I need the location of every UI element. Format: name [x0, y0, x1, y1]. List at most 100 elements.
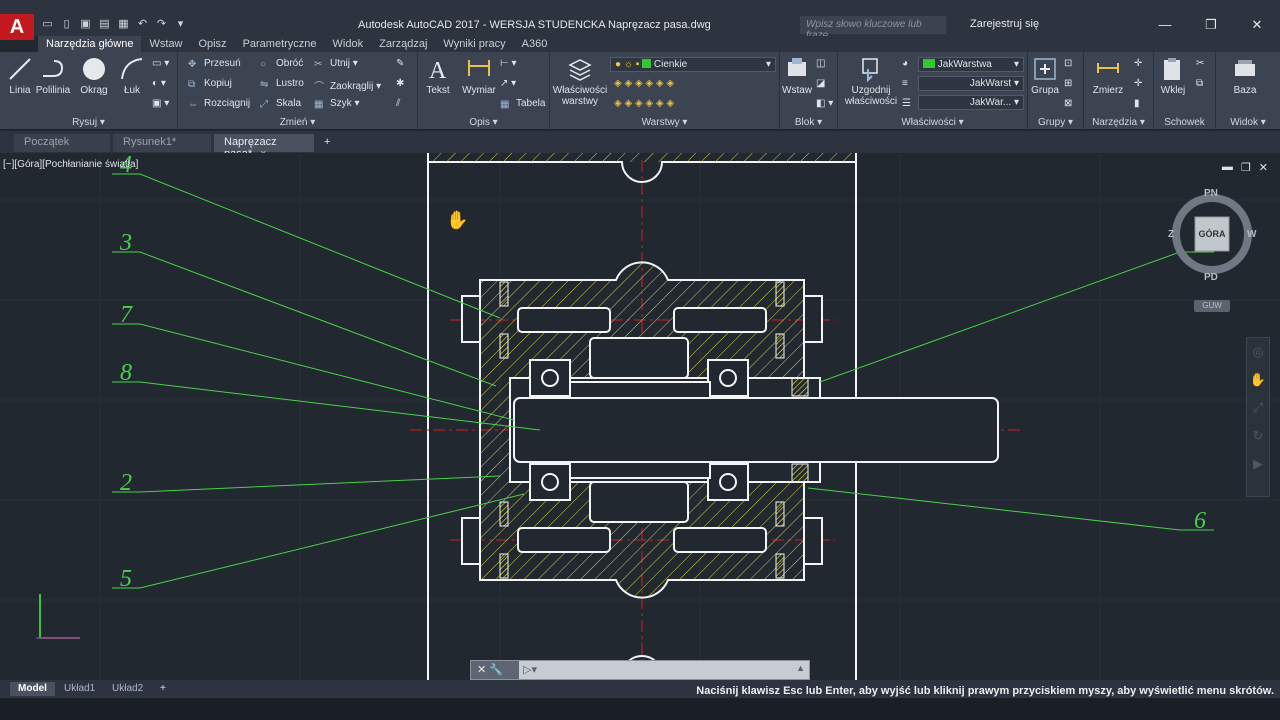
viewcube-top-face[interactable]: GÓRA [1195, 229, 1229, 239]
vp-close-icon[interactable]: ✕ [1259, 161, 1268, 174]
redo-icon[interactable]: ↷ [154, 17, 169, 32]
pan-icon[interactable]: ✋ [1247, 366, 1269, 394]
hatch-icon[interactable]: ◐ ▾ [152, 78, 166, 89]
signin-button[interactable]: Zarejestruj się [970, 18, 1039, 30]
tab-annotate[interactable]: Opisz [190, 36, 234, 52]
ungroup-icon[interactable]: ⊡ [1064, 58, 1072, 69]
circle-button[interactable]: Okrąg [78, 56, 110, 96]
tab-model[interactable]: Model [10, 682, 55, 696]
scale-button[interactable]: ⤢ Skala [260, 98, 301, 110]
paste-button[interactable]: Wklej [1158, 56, 1188, 96]
viewport-label[interactable]: [−][Góra][Pochłanianie światła] [3, 159, 138, 170]
array-button[interactable]: ▦ Szyk ▾ [314, 98, 359, 110]
point-icon[interactable]: ✛ [1134, 58, 1142, 69]
print-icon[interactable]: ▦ [116, 17, 131, 32]
arc-button[interactable]: Łuk [118, 56, 146, 96]
line-button[interactable]: Linia [6, 56, 34, 96]
panel-block-label[interactable]: Blok ▾ [780, 117, 837, 128]
rectangle-icon[interactable]: ▭ ▾ [152, 58, 169, 69]
drawing-canvas[interactable]: 4 3 7 8 2 5 6 ✋ [0, 153, 1280, 680]
text-button[interactable]: A Tekst [424, 56, 452, 96]
color-dropdown[interactable]: JakWarstwa ▾ [918, 57, 1024, 72]
panel-properties-label[interactable]: Właściwości ▾ [838, 117, 1027, 128]
tab-parametric[interactable]: Parametryczne [235, 36, 325, 52]
panel-annotation-label[interactable]: Opis ▾ [418, 117, 549, 128]
erase-icon[interactable]: ✎ [396, 58, 404, 69]
tab-insert[interactable]: Wstaw [141, 36, 190, 52]
tab-output[interactable]: Wyniki pracy [435, 36, 513, 52]
tab-manage[interactable]: Zarządzaj [371, 36, 435, 52]
viewcube[interactable]: GÓRA PN PD Z W [1168, 188, 1256, 283]
panel-view-label[interactable]: Widok ▾ [1216, 117, 1280, 128]
cut-icon[interactable]: ✂ [1196, 58, 1204, 69]
edit-block-icon[interactable]: ◪ [816, 78, 825, 89]
measure-button[interactable]: Zmierz [1088, 56, 1128, 96]
viewcube-south[interactable]: PD [1204, 272, 1218, 283]
trim-button[interactable]: ✂ Utnij ▾ [314, 58, 358, 70]
tab-layout2[interactable]: Układ2 [104, 682, 151, 696]
offset-icon[interactable]: ⫽ [396, 98, 400, 109]
doc-tab-drawing1[interactable]: Rysunek1* [113, 134, 211, 152]
panel-draw-label[interactable]: Rysuj ▾ [0, 117, 177, 128]
tab-layout1[interactable]: Układ1 [56, 682, 103, 696]
command-prompt-icon[interactable]: ▷▾ [523, 663, 537, 676]
polyline-button[interactable]: Polilinia [34, 56, 72, 96]
workspace-icon[interactable]: ▾ [173, 17, 188, 32]
group-button[interactable]: Grupa [1030, 56, 1060, 96]
linear-dim-icon[interactable]: ⊢ ▾ [500, 58, 517, 69]
attribute-icon[interactable]: ◧ ▾ [816, 98, 833, 109]
linetype-icon[interactable]: ≡ [902, 78, 908, 89]
viewcube-north[interactable]: PN [1204, 188, 1218, 199]
close-cmd-icon[interactable]: ✕ [477, 664, 486, 676]
mirror-button[interactable]: ⇋ Lustro [260, 78, 304, 90]
doc-tab-tensioner[interactable]: Napręzacz pasa*× [214, 134, 314, 160]
steering-wheel-icon[interactable]: ◎ [1247, 338, 1269, 366]
orbit-icon[interactable]: ↻ [1247, 422, 1269, 450]
copy-button[interactable]: ⧉ Kopiuj [188, 78, 232, 90]
panel-clipboard-label[interactable]: Schowek [1154, 117, 1215, 128]
table-button[interactable]: ▦ Tabela [500, 98, 545, 110]
drawing-viewport[interactable]: 4 3 7 8 2 5 6 ✋ [−][Góra][Pochłanianie ś… [0, 153, 1280, 680]
zoom-extents-icon[interactable]: ⤢ [1247, 394, 1269, 422]
stretch-button[interactable]: ⇔ Rozciągnij [188, 98, 250, 110]
search-input[interactable]: Wpisz słowo kluczowe lub frazę [800, 16, 946, 41]
open-icon[interactable]: ▯ [59, 17, 74, 32]
match-properties-button[interactable]: Uzgodnij właściwości [842, 56, 900, 107]
add-layout-icon[interactable]: + [152, 682, 174, 696]
command-line[interactable]: ✕ 🔧 ▷▾ ▲ [470, 660, 810, 680]
doc-tab-start[interactable]: Początek [14, 134, 110, 152]
tab-view[interactable]: Widok [325, 36, 372, 52]
layer-dropdown[interactable]: ● ☼ ▪ Cienkie ▾ [610, 57, 776, 72]
restore-icon[interactable]: ❐ [1188, 14, 1234, 36]
minimize-icon[interactable]: — [1142, 14, 1188, 36]
region-icon[interactable]: ▣ ▾ [152, 98, 169, 109]
lineweight-dropdown[interactable]: JakWar... ▾ [918, 95, 1024, 110]
ucs-dropdown[interactable]: GUW [1194, 300, 1230, 312]
vp-restore-icon[interactable]: ❐ [1241, 161, 1251, 174]
calculator-icon[interactable]: ▮ [1134, 98, 1140, 109]
insert-block-button[interactable]: Wstaw [782, 56, 812, 96]
rotate-button[interactable]: ○ Obróć [260, 58, 303, 70]
panel-modify-label[interactable]: Zmień ▾ [178, 117, 417, 128]
new-tab-icon[interactable]: + [318, 134, 342, 152]
dimension-button[interactable]: Wymiar [458, 56, 500, 96]
explode-icon[interactable]: ✱ [396, 78, 404, 89]
save-icon[interactable]: ▣ [78, 17, 93, 32]
viewcube-west[interactable]: Z [1168, 229, 1174, 240]
panel-groups-label[interactable]: Grupy ▾ [1028, 117, 1083, 128]
close-icon[interactable]: ✕ [1234, 14, 1280, 36]
new-icon[interactable]: ▭ [40, 17, 55, 32]
autocad-logo[interactable]: A [0, 14, 34, 40]
layer-tools-row2[interactable]: ◈ ◈ ◈ ◈ ◈ ◈ [614, 98, 674, 109]
create-block-icon[interactable]: ◫ [816, 58, 825, 69]
command-history-icon[interactable]: ▲ [796, 663, 805, 673]
customize-cmd-icon[interactable]: 🔧 [489, 664, 503, 676]
saveas-icon[interactable]: ▤ [97, 17, 112, 32]
id-point-icon[interactable]: ✛ [1134, 78, 1142, 89]
panel-utilities-label[interactable]: Narzędzia ▾ [1084, 117, 1153, 128]
leader-icon[interactable]: ↗ ▾ [500, 78, 516, 89]
layer-tools-row1[interactable]: ◈ ◈ ◈ ◈ ◈ ◈ [614, 78, 674, 89]
fillet-button[interactable]: ⌒ Zaokrąglij ▾ [314, 78, 381, 93]
base-view-button[interactable]: Baza [1230, 56, 1260, 96]
copy-clip-icon[interactable]: ⧉ [1196, 78, 1203, 89]
